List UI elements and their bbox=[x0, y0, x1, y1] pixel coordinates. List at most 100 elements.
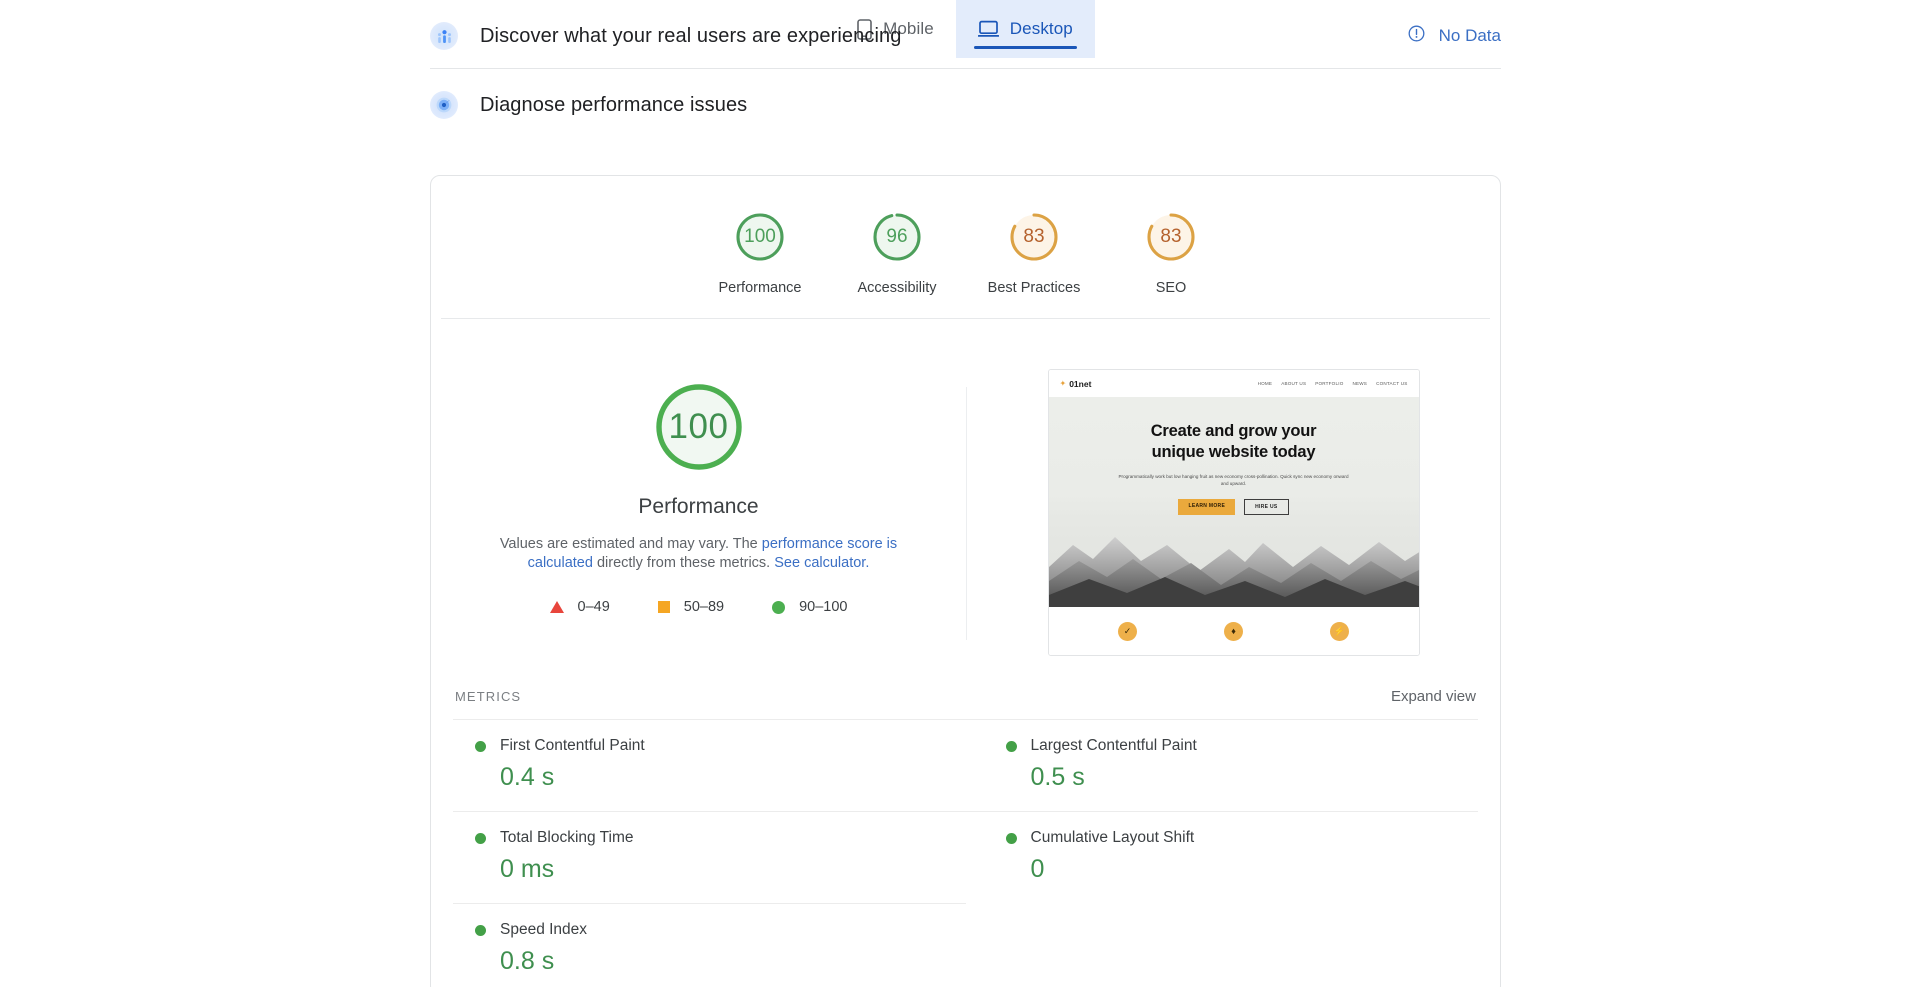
thumbnail-nav-menu: HOME ABOUT US PORTFOLIO NEWS CONTACT US bbox=[1258, 381, 1408, 386]
legend-label-good: 90–100 bbox=[799, 599, 848, 616]
circle-icon bbox=[772, 600, 786, 614]
metric-value: 0 bbox=[1030, 855, 1045, 883]
report-content: Discover what your real users are experi… bbox=[430, 0, 1501, 987]
gauge-seo: 83 bbox=[1144, 210, 1198, 264]
performance-gauge-value: 100 bbox=[668, 407, 729, 446]
category-score-performance[interactable]: 100 Performance bbox=[692, 210, 829, 296]
bolt-icon: ⚡ bbox=[1330, 621, 1349, 641]
category-score-accessibility[interactable]: 96 Accessibility bbox=[829, 210, 966, 296]
metric-head: First Contentful Paint bbox=[475, 737, 966, 755]
square-icon bbox=[657, 601, 670, 614]
metric-value: 0.5 s bbox=[1030, 763, 1085, 791]
category-score-row: 100 Performance 96 Accessibility 83 Best… bbox=[431, 176, 1500, 318]
check-icon: ✓ bbox=[1118, 621, 1137, 641]
disclaimer-text-2: directly from these metrics. bbox=[592, 555, 775, 572]
performance-disclaimer: Values are estimated and may vary. The p… bbox=[484, 535, 914, 573]
category-score-best-practices[interactable]: 83 Best Practices bbox=[966, 210, 1103, 296]
status-dot-good-icon bbox=[1005, 832, 1017, 844]
category-score-seo[interactable]: 83 SEO bbox=[1103, 210, 1240, 296]
metric-name: Speed Index bbox=[500, 921, 588, 938]
thumbnail-feature-row: ✓ ♦ ⚡ bbox=[1048, 607, 1419, 655]
status-dot-good-icon bbox=[475, 832, 486, 844]
thumbnail-subtext: Programmatically work but low hanging fr… bbox=[1118, 473, 1349, 487]
metric-name: Total Blocking Time bbox=[500, 829, 634, 846]
metric-speed-index[interactable]: Speed Index 0.8 s bbox=[453, 903, 966, 987]
thumbnail-learn-more-button: LEARN MORE bbox=[1178, 499, 1236, 516]
metrics-title: METRICS bbox=[455, 689, 522, 704]
gauge-seo-label: SEO bbox=[1155, 280, 1187, 296]
metric-total-blocking-time[interactable]: Total Blocking Time 0 ms bbox=[453, 811, 966, 903]
thumbnail-heading-line2: unique website today bbox=[1151, 442, 1316, 461]
gauge-accessibility-label: Accessibility bbox=[857, 280, 937, 296]
gauge-performance-value: 100 bbox=[744, 226, 776, 247]
thumbnail-nav-item: PORTFOLIO bbox=[1315, 381, 1344, 386]
legend-item-average: 50–89 bbox=[657, 599, 725, 616]
metric-value: 0.8 s bbox=[500, 947, 555, 975]
metric-name: Cumulative Layout Shift bbox=[1030, 829, 1195, 846]
thumbnail-hire-us-button: HIRE US bbox=[1244, 499, 1289, 516]
status-dot-good-icon bbox=[1005, 740, 1017, 752]
gauge-accessibility: 96 bbox=[870, 210, 924, 264]
expand-view-button[interactable]: Expand view bbox=[1391, 688, 1476, 705]
thumbnail-nav-item: ABOUT US bbox=[1281, 381, 1307, 386]
thumbnail-hero: Create and grow your unique website toda… bbox=[1048, 397, 1419, 607]
diagnose-section-title: Diagnose performance issues bbox=[480, 93, 748, 116]
legend-item-poor: 0–49 bbox=[549, 599, 610, 615]
pagespeed-report-page: Mobile Desktop Discover what your real u… bbox=[0, 0, 1920, 987]
mountain-photo bbox=[1048, 537, 1419, 607]
thumbnail-nav-item: NEWS bbox=[1352, 381, 1368, 386]
metric-name: Largest Contentful Paint bbox=[1030, 737, 1197, 754]
status-dot-good-icon bbox=[475, 740, 486, 752]
info-circle-icon bbox=[1408, 25, 1425, 47]
thumbnail-logo: ✦ 01net bbox=[1060, 379, 1092, 389]
triangle-icon bbox=[549, 601, 564, 614]
performance-gauge-label: Performance bbox=[638, 495, 759, 518]
logo-mark-icon: ✦ bbox=[1059, 379, 1067, 388]
lighthouse-report-card: 100 Performance 96 Accessibility 83 Best… bbox=[430, 175, 1501, 987]
metric-value: 0.4 s bbox=[500, 763, 555, 791]
gauge-best-practices-label: Best Practices bbox=[987, 280, 1081, 296]
metric-name: First Contentful Paint bbox=[500, 737, 645, 754]
field-data-icon bbox=[430, 22, 458, 50]
disclaimer-text-1: Values are estimated and may vary. The bbox=[499, 536, 762, 552]
gauge-best-practices: 83 bbox=[1007, 210, 1061, 264]
metrics-grid: First Contentful Paint 0.4 s Largest Con… bbox=[453, 719, 1478, 987]
performance-gauge-large: 100 bbox=[649, 377, 749, 477]
metric-value: 0 ms bbox=[500, 855, 555, 883]
gauge-accessibility-value: 96 bbox=[886, 226, 908, 247]
metric-head: Speed Index bbox=[475, 921, 966, 939]
legend-label-average: 50–89 bbox=[683, 599, 725, 616]
metric-placeholder bbox=[966, 903, 1479, 987]
metric-first-contentful-paint[interactable]: First Contentful Paint 0.4 s bbox=[453, 719, 966, 811]
speedometer-icon bbox=[430, 91, 458, 119]
gauge-seo-value: 83 bbox=[1160, 226, 1182, 247]
thumbnail-logo-text: 01net bbox=[1069, 378, 1092, 389]
metric-head: Cumulative Layout Shift bbox=[1005, 829, 1479, 847]
diagnose-section-header: Diagnose performance issues bbox=[430, 69, 1501, 137]
metric-cumulative-layout-shift[interactable]: Cumulative Layout Shift 0 bbox=[965, 811, 1479, 903]
score-legend: 0–49 50–89 90–100 bbox=[549, 599, 847, 616]
legend-item-good: 90–100 bbox=[772, 599, 847, 615]
metric-largest-contentful-paint[interactable]: Largest Contentful Paint 0.5 s bbox=[965, 719, 1479, 811]
thumbnail-heading: Create and grow your unique website toda… bbox=[1151, 421, 1317, 463]
performance-hero: 100 Performance Values are estimated and… bbox=[431, 319, 1500, 682]
discover-section-header: Discover what your real users are experi… bbox=[430, 0, 1501, 68]
discover-section-title: Discover what your real users are experi… bbox=[480, 24, 902, 47]
thumbnail-nav-item: HOME bbox=[1257, 381, 1273, 386]
field-data-status-label: No Data bbox=[1438, 26, 1501, 45]
gauge-performance: 100 bbox=[733, 210, 787, 264]
metric-head: Total Blocking Time bbox=[475, 829, 966, 847]
performance-summary: 100 Performance Values are estimated and… bbox=[431, 367, 966, 656]
see-calculator-link[interactable]: See calculator. bbox=[774, 555, 869, 571]
metric-head: Largest Contentful Paint bbox=[1005, 737, 1479, 755]
page-screenshot-thumbnail: ✦ 01net HOME ABOUT US PORTFOLIO NEWS CON… bbox=[1047, 369, 1420, 656]
gauge-best-practices-value: 83 bbox=[1023, 226, 1045, 247]
metrics-header: METRICS Expand view bbox=[453, 682, 1478, 719]
field-data-status[interactable]: No Data bbox=[1408, 25, 1501, 47]
thumbnail-cta-group: LEARN MORE HIRE US bbox=[1178, 499, 1289, 516]
thumbnail-heading-line1: Create and grow your bbox=[1150, 422, 1317, 440]
status-dot-good-icon bbox=[475, 924, 486, 936]
thumbnail-nav-item: CONTACT US bbox=[1376, 381, 1408, 386]
diamond-icon: ♦ bbox=[1224, 621, 1243, 641]
screenshot-panel: ✦ 01net HOME ABOUT US PORTFOLIO NEWS CON… bbox=[967, 367, 1500, 656]
